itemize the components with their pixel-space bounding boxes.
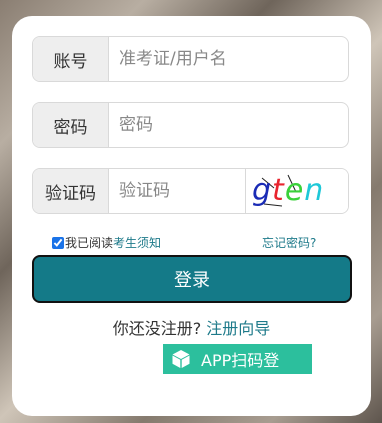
forgot-password-link[interactable]: 忘记密码? xyxy=(262,234,316,251)
login-card: 账号 密码 验证码 gten 我已阅读考生须知 忘记密码? 登录 你还没注册? … xyxy=(12,16,371,416)
password-row: 密码 xyxy=(32,102,349,148)
captcha-input[interactable] xyxy=(109,169,245,213)
login-button[interactable]: 登录 xyxy=(32,255,352,303)
captcha-image[interactable]: gten xyxy=(245,169,348,213)
account-label: 账号 xyxy=(33,37,109,81)
captcha-graphic: gten xyxy=(252,173,323,208)
app-scan-login-button[interactable]: APP扫码登 xyxy=(163,344,312,374)
captcha-text: gten xyxy=(252,173,323,208)
password-input[interactable] xyxy=(109,103,348,147)
captcha-label: 验证码 xyxy=(33,169,109,213)
captcha-row: 验证码 gten xyxy=(32,168,349,214)
account-input[interactable] xyxy=(109,37,348,81)
agreement-prefix: 我已阅读 xyxy=(65,236,114,250)
password-label: 密码 xyxy=(33,103,109,147)
register-prompt: 你还没注册? 注册向导 xyxy=(12,315,371,339)
app-scan-login-label: APP扫码登 xyxy=(201,351,280,370)
register-prompt-text: 你还没注册? xyxy=(112,319,202,338)
exam-notice-link[interactable]: 考生须知 xyxy=(113,234,161,251)
agreement-checkbox[interactable] xyxy=(52,236,64,249)
register-guide-link[interactable]: 注册向导 xyxy=(206,319,270,338)
agreement[interactable]: 我已阅读 考生须知 xyxy=(52,234,161,251)
account-row: 账号 xyxy=(32,36,349,82)
cube-icon xyxy=(172,350,190,368)
